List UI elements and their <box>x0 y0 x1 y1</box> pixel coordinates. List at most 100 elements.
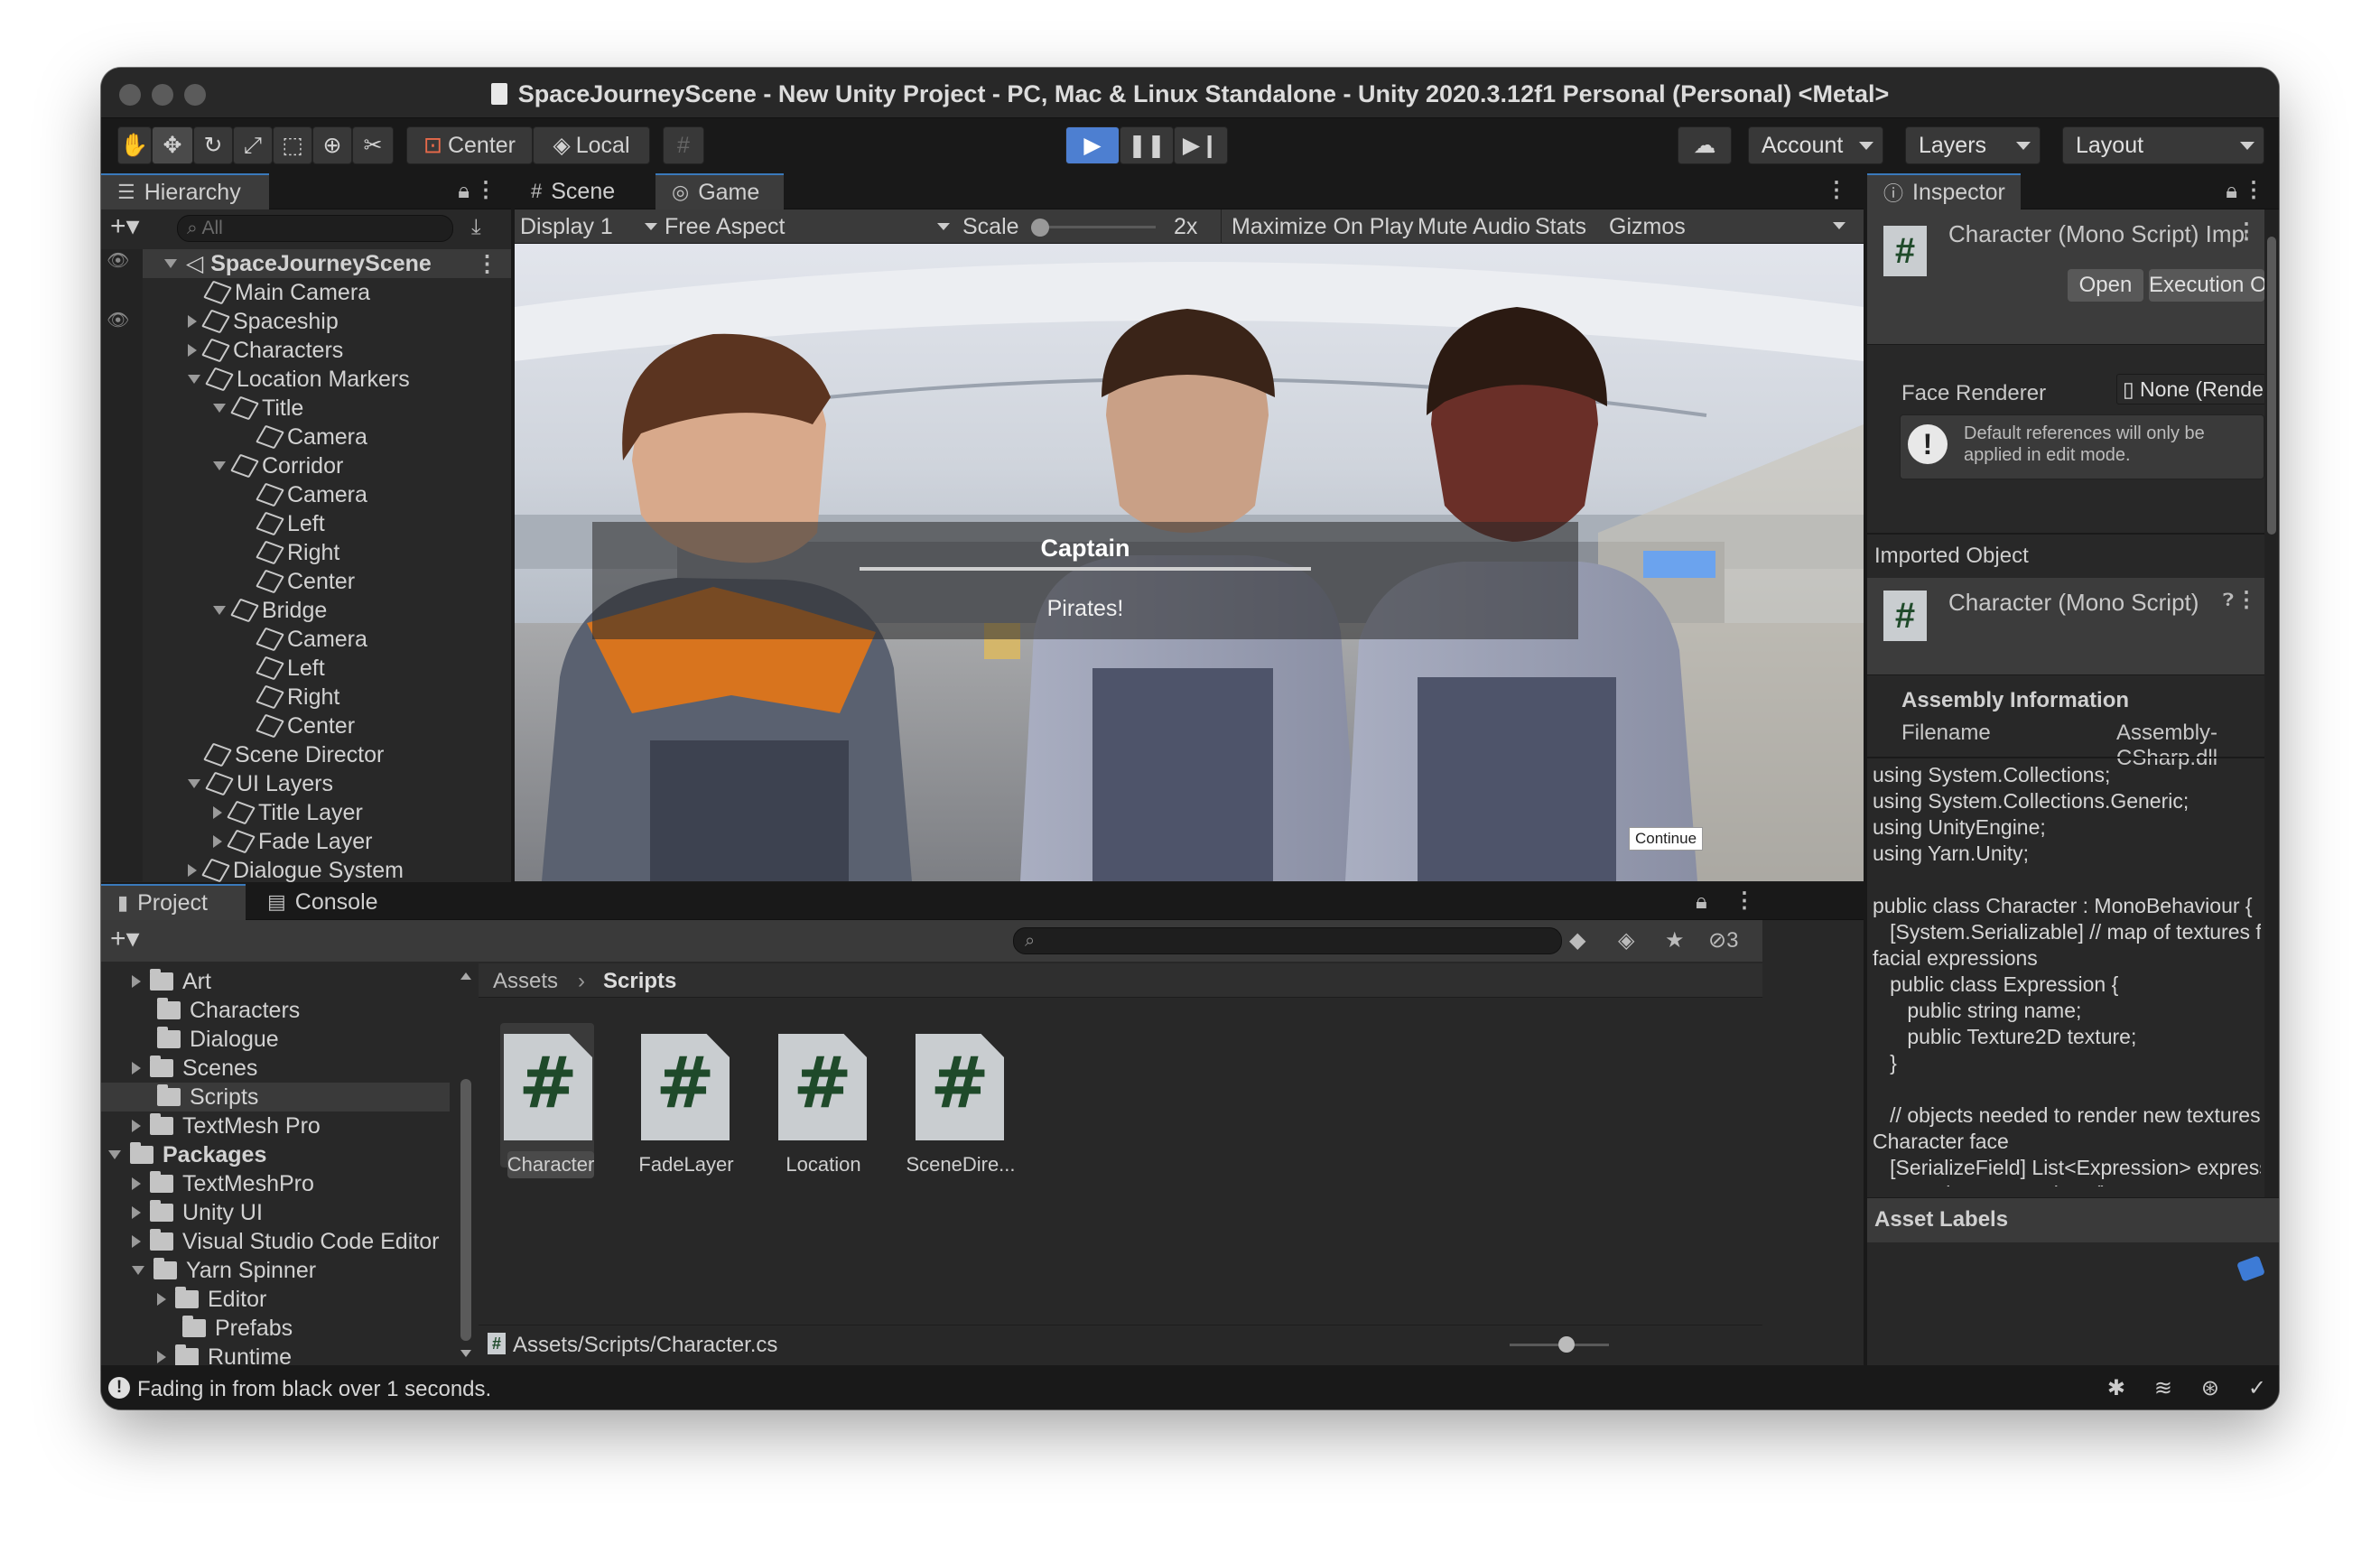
hierarchy-item[interactable]: Center <box>101 712 511 740</box>
hierarchy-item[interactable]: Fade Layer <box>101 827 511 856</box>
scene-menu-icon[interactable]: ⋮ <box>476 250 498 277</box>
scene-visibility-icon[interactable]: ⤓ <box>471 215 481 240</box>
folder-item[interactable]: TextMesh Pro <box>101 1111 480 1140</box>
layout-dropdown[interactable]: Layout <box>2062 126 2264 164</box>
hidden-packages-toggle[interactable]: ⊘3 <box>1708 927 1738 953</box>
eye-icon[interactable]: 👁︎ <box>107 309 129 331</box>
lock-icon[interactable]: 🔒︎ <box>1696 889 1707 915</box>
hierarchy-item[interactable]: Title Layer <box>101 798 511 827</box>
folder-item[interactable]: Yarn Spinner <box>101 1256 480 1285</box>
hierarchy-item[interactable]: Right <box>101 683 511 712</box>
transform-tool-button[interactable]: ⊕ <box>312 126 352 164</box>
tag-icon[interactable] <box>2236 1255 2265 1282</box>
scroll-up-icon[interactable] <box>460 972 471 980</box>
hierarchy-menu-icon[interactable]: ⋮ <box>475 177 497 203</box>
component-menu-icon[interactable]: ⋮ <box>2236 219 2257 245</box>
eye-icon[interactable]: 👁︎ <box>107 249 129 272</box>
scrollbar-thumb[interactable] <box>2267 237 2276 535</box>
folder-item[interactable]: TextMeshPro <box>101 1169 480 1198</box>
rect-tool-button[interactable]: ⬚ <box>273 126 312 164</box>
project-search-input[interactable]: ⌕ <box>1013 927 1562 954</box>
hierarchy-item[interactable]: Left <box>101 654 511 683</box>
scale-tool-button[interactable]: ⤢ <box>233 126 273 164</box>
hierarchy-search-input[interactable]: ⌕ All <box>177 215 453 242</box>
custom-tool-button[interactable]: ✂ <box>352 126 394 164</box>
scale-slider-track[interactable] <box>1037 226 1156 228</box>
grid-snap-button[interactable]: # <box>663 126 704 164</box>
folder-item[interactable]: Scenes <box>101 1054 480 1083</box>
tab-hierarchy[interactable]: ☰ Hierarchy <box>101 173 269 209</box>
tab-scene[interactable]: # Scene <box>515 173 655 209</box>
folder-item[interactable]: Runtime <box>101 1343 480 1365</box>
help-icon[interactable]: ❓︎ <box>2223 591 2234 611</box>
account-dropdown[interactable]: Account <box>1748 126 1883 164</box>
hierarchy-item[interactable]: Center <box>101 567 511 596</box>
folder-item[interactable]: Art <box>101 967 480 996</box>
favorites-star-icon[interactable]: ★ <box>1665 927 1685 953</box>
folder-item[interactable]: Dialogue <box>101 1025 480 1054</box>
continue-button[interactable]: Continue <box>1629 827 1704 851</box>
hierarchy-item[interactable]: Characters <box>101 336 511 365</box>
hierarchy-item[interactable]: UI Layers <box>101 769 511 798</box>
breadcrumb-scripts[interactable]: Scripts <box>603 969 676 994</box>
hierarchy-item[interactable]: Spaceship <box>101 307 511 336</box>
aspect-dropdown[interactable]: Free Aspect <box>665 214 957 240</box>
icon-size-handle[interactable] <box>1558 1336 1575 1353</box>
gizmos-toggle[interactable]: Gizmos <box>1609 214 1686 240</box>
folder-tree-scrollbar[interactable] <box>457 963 475 1361</box>
maximize-on-play-toggle[interactable]: Maximize On Play <box>1232 214 1413 240</box>
breadcrumb-assets[interactable]: Assets <box>493 969 558 994</box>
layers-dropdown[interactable]: Layers <box>1905 126 2041 164</box>
hierarchy-item[interactable]: Scene Director <box>101 740 511 769</box>
hierarchy-item[interactable]: Camera <box>101 625 511 654</box>
asset-character[interactable]: # <box>504 1034 592 1140</box>
filter-label-icon[interactable]: ◈ <box>1618 927 1634 953</box>
hierarchy-item-scene[interactable]: ◁ SpaceJourneyScene ⋮ <box>101 249 511 278</box>
display-dropdown[interactable]: Display 1 <box>520 214 657 240</box>
hierarchy-item[interactable]: Corridor <box>101 451 511 480</box>
hand-tool-button[interactable]: ✋ <box>117 126 152 164</box>
database-icon[interactable]: ≋ <box>2154 1375 2172 1401</box>
hierarchy-item[interactable]: Title <box>101 394 511 423</box>
play-button[interactable]: ▶ <box>1065 126 1120 164</box>
gizmos-chevron-icon[interactable] <box>1833 222 1845 229</box>
tab-project[interactable]: ▮ Project <box>101 884 246 920</box>
asset-scenedirector[interactable]: # <box>916 1034 1004 1140</box>
face-renderer-field[interactable]: ▯ None (Renderer) <box>2116 374 2266 405</box>
folder-item-selected[interactable]: Scripts <box>101 1083 450 1111</box>
lock-icon[interactable]: 🔒︎ <box>458 179 469 204</box>
inspector-menu-icon[interactable]: ⋮ <box>2243 177 2264 203</box>
hierarchy-item[interactable]: Location Markers <box>101 365 511 394</box>
move-tool-button[interactable]: ✥ <box>152 126 193 164</box>
scrollbar-thumb[interactable] <box>460 1079 471 1341</box>
project-menu-icon[interactable]: ⋮ <box>1734 888 1755 914</box>
cloud-icon[interactable]: ☁ <box>1678 126 1732 164</box>
pause-button[interactable]: ❚❚ <box>1120 126 1174 164</box>
asset-location[interactable]: # <box>778 1034 867 1140</box>
tab-console[interactable]: ▤ Console <box>251 884 395 920</box>
filter-type-icon[interactable]: ◆ <box>1569 927 1585 953</box>
tab-game[interactable]: ◎ Game <box>655 173 784 209</box>
auto-generate-lighting-icon[interactable]: ⊛ <box>2201 1375 2219 1401</box>
hierarchy-item[interactable]: Dialogue System <box>101 856 511 885</box>
pivot-center-button[interactable]: ⊡ Center <box>406 126 533 164</box>
check-icon[interactable]: ✓ <box>2248 1375 2266 1401</box>
pivot-local-button[interactable]: ◈ Local <box>533 126 650 164</box>
folder-item[interactable]: Packages <box>101 1140 480 1169</box>
open-button[interactable]: Open <box>2068 269 2143 302</box>
folder-item[interactable]: Prefabs <box>101 1314 480 1343</box>
asset-fadelayer[interactable]: # <box>641 1034 730 1140</box>
folder-item[interactable]: Characters <box>101 996 480 1025</box>
folder-item[interactable]: Visual Studio Code Editor <box>101 1227 480 1256</box>
hierarchy-item[interactable]: Left <box>101 509 511 538</box>
mute-audio-toggle[interactable]: Mute Audio <box>1418 214 1530 240</box>
hierarchy-item[interactable]: Camera <box>101 480 511 509</box>
scroll-down-icon[interactable] <box>460 1350 471 1357</box>
lock-icon[interactable]: 🔒︎ <box>2226 179 2237 204</box>
tab-inspector[interactable]: ⓘ Inspector <box>1867 173 2021 209</box>
folder-item[interactable]: Editor <box>101 1285 480 1314</box>
hierarchy-item[interactable]: Main Camera <box>101 278 511 307</box>
create-plus-icon[interactable]: +▾ <box>110 213 140 240</box>
create-plus-icon[interactable]: +▾ <box>110 925 140 953</box>
hierarchy-item[interactable]: Bridge <box>101 596 511 625</box>
